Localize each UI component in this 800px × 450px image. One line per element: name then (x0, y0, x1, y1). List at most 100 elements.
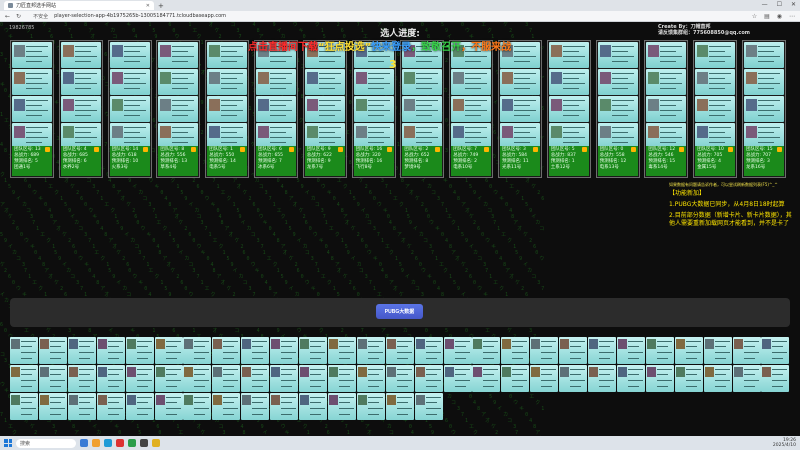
browser-tab[interactable]: 刀匠直邦选手网站 ✕ (4, 1, 154, 10)
player-card[interactable] (154, 337, 183, 364)
player-card[interactable] (299, 365, 327, 392)
team-member-card[interactable] (109, 42, 150, 68)
player-card[interactable] (530, 337, 559, 364)
team-member-card[interactable] (304, 96, 345, 122)
player-card[interactable] (616, 365, 645, 392)
edge-browser-icon[interactable] (104, 439, 112, 447)
pubg-data-button[interactable]: PUBG大数据 (376, 304, 423, 319)
player-card[interactable] (38, 393, 67, 420)
team-member-card[interactable] (158, 96, 199, 122)
team-member-card[interactable] (695, 69, 736, 95)
player-card[interactable] (530, 365, 559, 392)
team-member-card[interactable] (597, 69, 638, 95)
team-member-card[interactable] (451, 69, 492, 95)
player-card[interactable] (96, 393, 125, 420)
security-indicator[interactable]: 不安全 (33, 13, 48, 20)
app-icon-green[interactable] (128, 439, 136, 447)
team-member-card[interactable] (597, 96, 638, 122)
player-card[interactable] (732, 337, 761, 364)
player-card[interactable] (125, 337, 154, 364)
player-card[interactable] (299, 393, 327, 420)
player-card[interactable] (414, 337, 443, 364)
player-card[interactable] (327, 393, 356, 420)
player-card[interactable] (154, 393, 183, 420)
collections-icon[interactable]: ▤ (764, 13, 770, 20)
player-card[interactable] (212, 365, 241, 392)
team-member-card[interactable] (402, 69, 443, 95)
team-member-card[interactable] (646, 69, 687, 95)
team-member-card[interactable] (256, 96, 296, 122)
team-member-card[interactable] (744, 42, 784, 68)
player-card[interactable] (703, 337, 732, 364)
favorite-star-icon[interactable]: ☆ (752, 13, 757, 20)
player-card[interactable] (183, 337, 212, 364)
player-card[interactable] (616, 337, 645, 364)
team-member-card[interactable] (402, 96, 443, 122)
task-view-icon[interactable] (80, 439, 88, 447)
close-tab-icon[interactable]: ✕ (146, 3, 150, 9)
team-member-card[interactable] (207, 96, 248, 122)
team-member-card[interactable] (548, 96, 589, 122)
team-member-card[interactable] (109, 69, 150, 95)
player-card[interactable] (270, 337, 299, 364)
player-card[interactable] (125, 365, 154, 392)
player-card[interactable] (385, 365, 414, 392)
team-member-card[interactable] (12, 69, 52, 95)
team-member-card[interactable] (256, 69, 296, 95)
player-card[interactable] (327, 337, 356, 364)
player-card[interactable] (732, 365, 761, 392)
team-member-card[interactable] (207, 42, 248, 68)
player-card[interactable] (703, 365, 732, 392)
team-member-card[interactable] (60, 69, 101, 95)
player-card[interactable] (414, 365, 443, 392)
team-member-card[interactable] (353, 96, 394, 122)
player-card[interactable] (356, 365, 385, 392)
team-member-card[interactable] (695, 96, 736, 122)
player-card[interactable] (299, 337, 327, 364)
steam-icon[interactable] (140, 439, 148, 447)
player-card[interactable] (645, 337, 674, 364)
player-card[interactable] (588, 365, 616, 392)
app-icon-yellow[interactable] (152, 439, 160, 447)
maximize-button[interactable]: ☐ (777, 1, 782, 8)
team-member-card[interactable] (646, 96, 687, 122)
team-member-card[interactable] (304, 69, 345, 95)
player-card[interactable] (501, 337, 530, 364)
team-member-card[interactable] (353, 69, 394, 95)
app-icon-red[interactable] (116, 439, 124, 447)
player-card[interactable] (472, 337, 501, 364)
player-card[interactable] (183, 393, 212, 420)
player-card[interactable] (38, 337, 67, 364)
team-member-card[interactable] (60, 42, 101, 68)
player-card[interactable] (270, 393, 299, 420)
player-card[interactable] (38, 365, 67, 392)
team-member-card[interactable] (548, 42, 589, 68)
player-card[interactable] (212, 337, 241, 364)
team-member-card[interactable] (60, 96, 101, 122)
close-window-button[interactable]: ✕ (791, 1, 796, 8)
team-member-card[interactable] (597, 42, 638, 68)
player-card[interactable] (10, 337, 38, 364)
windows-start-icon[interactable] (4, 439, 12, 447)
team-member-card[interactable] (158, 42, 199, 68)
team-member-card[interactable] (109, 96, 150, 122)
player-card[interactable] (67, 337, 96, 364)
player-card[interactable] (96, 365, 125, 392)
player-card[interactable] (761, 365, 790, 392)
player-card[interactable] (385, 337, 414, 364)
player-card[interactable] (327, 365, 356, 392)
player-card[interactable] (588, 337, 616, 364)
player-card[interactable] (674, 337, 703, 364)
player-card[interactable] (356, 393, 385, 420)
player-card[interactable] (559, 365, 588, 392)
minimize-button[interactable]: — (762, 1, 768, 8)
refresh-icon[interactable]: ↻ (16, 13, 21, 20)
player-card[interactable] (241, 337, 270, 364)
player-card[interactable] (501, 365, 530, 392)
team-member-card[interactable] (548, 69, 589, 95)
player-card[interactable] (356, 337, 385, 364)
team-member-card[interactable] (646, 42, 687, 68)
team-member-card[interactable] (500, 96, 540, 122)
player-card[interactable] (761, 337, 790, 364)
player-card[interactable] (645, 365, 674, 392)
